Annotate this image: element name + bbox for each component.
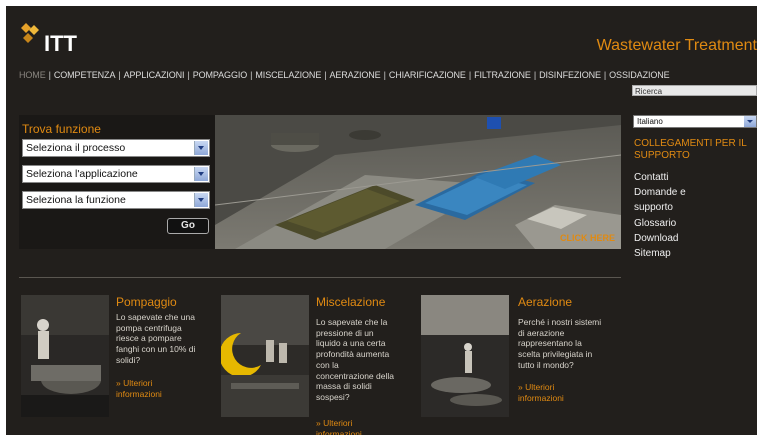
text-line: Lo sapevate che la (316, 317, 388, 327)
text-line: » Ulteriori (518, 382, 555, 392)
text-line: scelta privilegiata in (518, 349, 593, 360)
nav-item-miscelazione[interactable]: MISCELAZIONE (255, 70, 321, 80)
finder-title: Trova funzione (22, 122, 101, 136)
nav-separator: | (533, 70, 537, 80)
hero-plant-image[interactable]: CLICK HERE (215, 115, 621, 249)
nav-item-ossidazione[interactable]: OSSIDAZIONE (609, 70, 670, 80)
chevron-down-icon[interactable] (194, 167, 208, 181)
aerazione-photo (421, 295, 509, 417)
site-frame: ITT Wastewater Treatment HOME | COMPETENZA… (6, 6, 757, 435)
link-domande-e-supporto[interactable]: Domande e (634, 185, 754, 200)
text-line: rappresentano la (518, 338, 582, 349)
process-select-value: Seleziona il processo (26, 142, 126, 154)
text-line: concentrazione della (316, 370, 394, 381)
text-line: massa di solidi (316, 381, 372, 392)
text-line: liquido a una certa (316, 338, 386, 349)
search-input[interactable]: Ricerca (632, 85, 757, 96)
chevron-down-icon[interactable] (744, 116, 756, 127)
page: ITT Wastewater Treatment HOME | COMPETENZA… (0, 0, 757, 441)
text-line: tutto il mondo? (518, 359, 574, 370)
process-select[interactable]: Seleziona il processo (22, 139, 210, 157)
text-line: fanghi con un 10% di (116, 344, 196, 355)
link-sitemap[interactable]: Sitemap (634, 246, 754, 261)
text-line: » Ulteriori (316, 418, 353, 428)
text-line: con la (316, 359, 339, 370)
link-contatti[interactable]: Contatti (634, 170, 754, 185)
more-info-link-aerazione[interactable]: » Ulteriori informazioni (518, 382, 564, 403)
pompaggio-image[interactable] (21, 295, 109, 417)
support-links-list: Contatti Domande e supporto Glossario Do… (634, 170, 754, 261)
nav-separator: | (187, 70, 190, 80)
function-select-value: Seleziona la funzione (26, 194, 126, 206)
miscelazione-image[interactable] (221, 295, 309, 417)
text-line: riesce a pompare (116, 333, 182, 344)
miscelazione-photo (221, 295, 309, 417)
text-line: di aerazione (518, 327, 565, 338)
application-select-value: Seleziona l'applicazione (26, 168, 138, 180)
card-title-aerazione[interactable]: Aerazione (518, 295, 572, 309)
link-glossario[interactable]: Glossario (634, 216, 754, 231)
site-title: Wastewater Treatment (596, 37, 757, 54)
nav-item-chiarificazione[interactable]: CHIARIFICAZIONE (389, 70, 466, 80)
card-title-pompaggio[interactable]: Pompaggio (116, 295, 177, 309)
nav-item-competenza[interactable]: COMPETENZA (54, 70, 116, 80)
more-info-link-pompaggio[interactable]: » Ulteriori informazioni (116, 378, 162, 399)
card-text-aerazione: Perché i nostri sistemi di aerazione rap… (518, 317, 601, 371)
nav-separator: | (48, 70, 51, 80)
click-here-link[interactable]: CLICK HERE (560, 233, 615, 243)
aerazione-image[interactable] (421, 295, 509, 417)
language-select[interactable]: Italiano (633, 115, 757, 128)
card-title-miscelazione[interactable]: Miscelazione (316, 295, 385, 309)
text-line: solidi? (116, 354, 141, 365)
chevron-down-icon[interactable] (194, 141, 208, 155)
nav-item-pompaggio[interactable]: POMPAGGIO (193, 70, 248, 80)
text-line: informazioni (518, 392, 564, 403)
text-line: profondità aumenta (316, 349, 390, 360)
section-divider (19, 277, 621, 278)
logo-text: ITT (44, 31, 77, 56)
function-finder: Trova funzione Seleziona il processo Sel… (19, 115, 215, 249)
more-info-link-miscelazione[interactable]: » Ulteriori informazioni (316, 418, 362, 435)
language-select-value: Italiano (637, 117, 663, 126)
text-line: pompa centrifuga (116, 322, 182, 333)
main-nav: HOME | COMPETENZA | APPLICAZIONI | POMPAGGIO | M… (19, 70, 757, 84)
nav-separator: | (118, 70, 121, 80)
nav-separator: | (468, 70, 472, 80)
function-select[interactable]: Seleziona la funzione (22, 191, 210, 209)
logo-mark-icon (21, 23, 39, 43)
go-button[interactable]: Go (167, 218, 209, 234)
text-line: Perché i nostri sistemi (518, 317, 602, 327)
nav-item-home[interactable]: HOME (19, 70, 46, 80)
application-select[interactable]: Seleziona l'applicazione (22, 165, 210, 183)
treatment-plant-illustration (215, 115, 621, 249)
text-line: » Ulteriori (116, 378, 153, 388)
card-text-pompaggio: Lo sapevate che una pompa centrifuga rie… (116, 312, 195, 366)
nav-separator: | (383, 70, 386, 80)
nav-item-disinfezione[interactable]: DISINFEZIONE (539, 70, 601, 80)
chevron-down-icon[interactable] (194, 193, 208, 207)
text-line: sospesi? (316, 391, 350, 402)
support-links-title: COLLEGAMENTI PER IL SUPPORTO (634, 138, 747, 161)
nav-item-filtrazione[interactable]: FILTRAZIONE (474, 70, 531, 80)
text-line: pressione di un (316, 327, 374, 338)
text-line: informazioni (316, 428, 362, 435)
nav-item-applicazioni[interactable]: APPLICAZIONI (124, 70, 185, 80)
card-text-miscelazione: Lo sapevate che la pressione di un liqui… (316, 317, 394, 403)
text-line: Lo sapevate che una (116, 312, 195, 322)
nav-item-aerazione[interactable]: AERAZIONE (329, 70, 380, 80)
link-download[interactable]: Download (634, 231, 754, 246)
pompaggio-photo (21, 295, 109, 417)
nav-separator: | (603, 70, 607, 80)
itt-logo[interactable]: ITT (20, 22, 90, 56)
text-line: informazioni (116, 388, 162, 399)
link-domande-e-supporto[interactable]: supporto (634, 200, 754, 215)
